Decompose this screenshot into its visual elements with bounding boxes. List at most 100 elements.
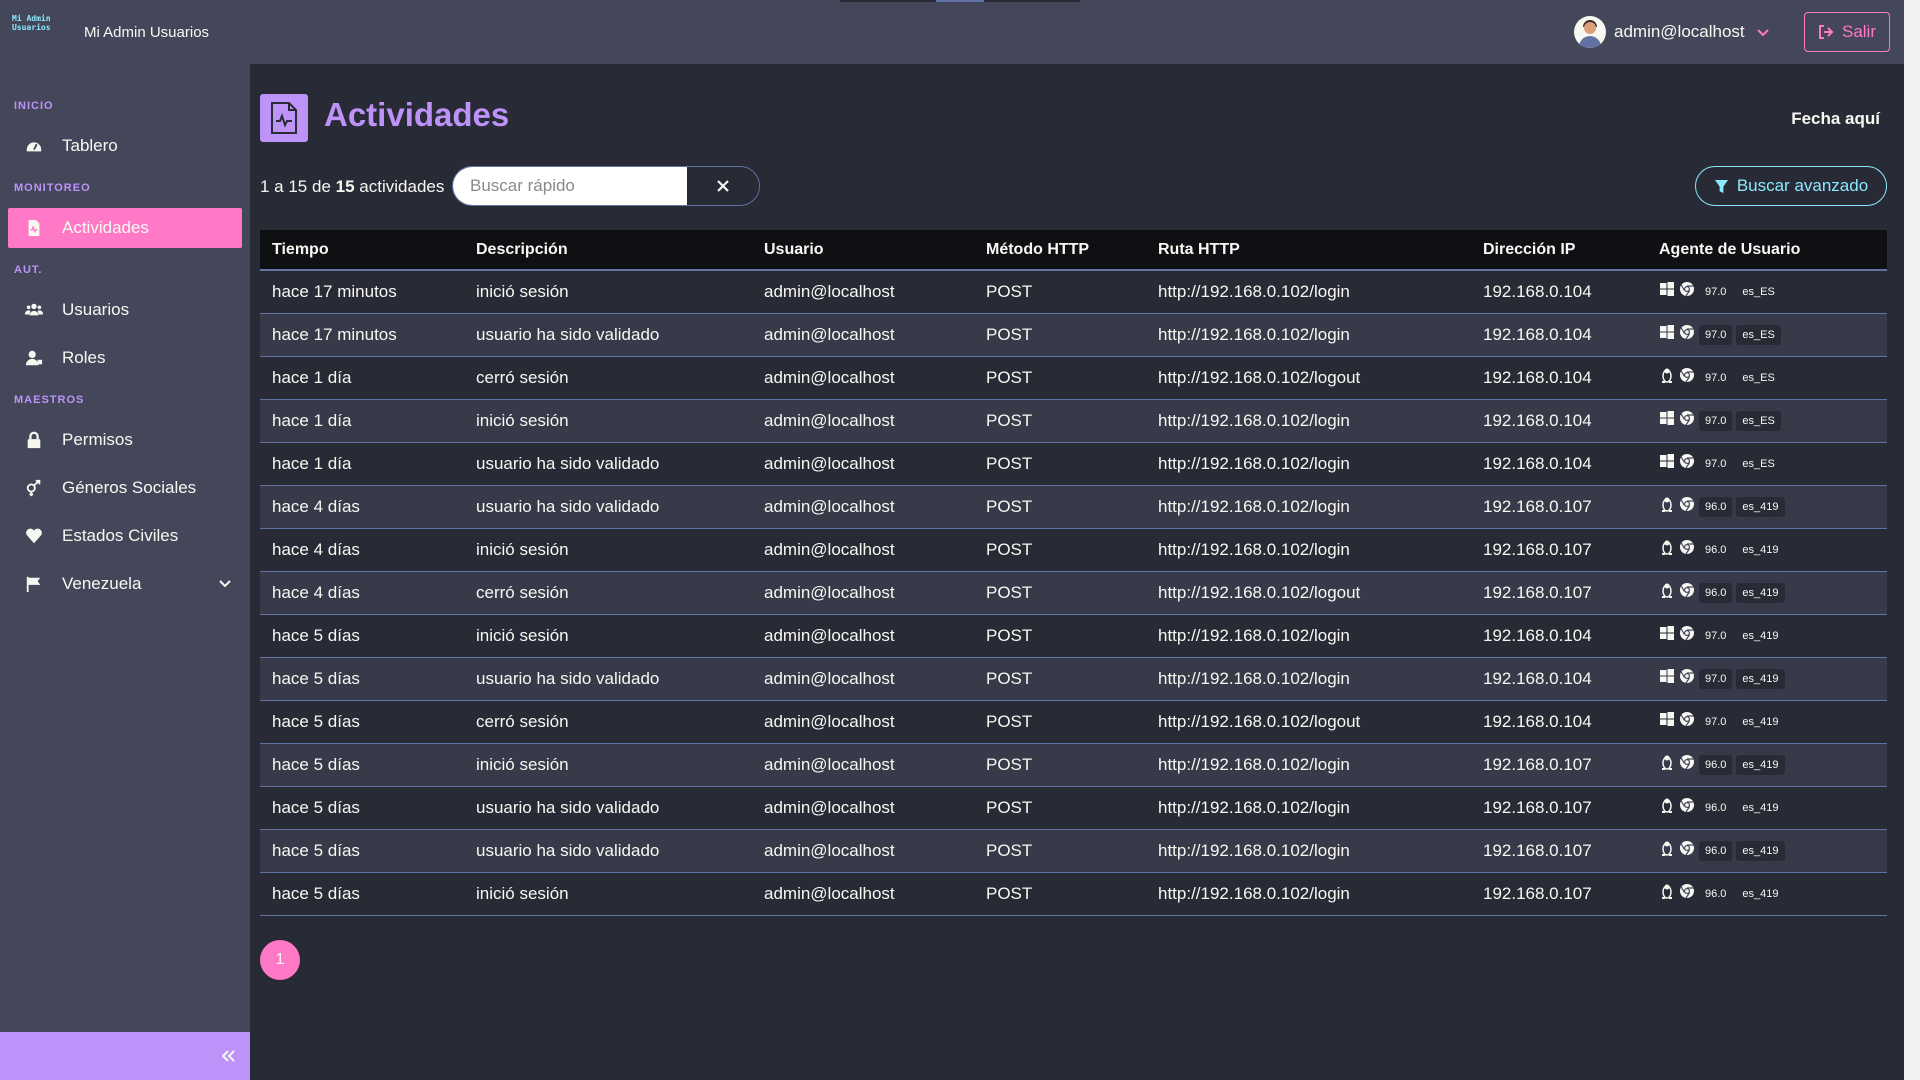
cell-ruta: http://192.168.0.102/login [1146, 614, 1471, 658]
advanced-search-label: Buscar avanzado [1736, 176, 1869, 195]
cell-agente: 97.0 es_ES [1647, 356, 1887, 400]
browser-version-badge: 97.0 [1699, 410, 1733, 431]
section-aut: AUT. [14, 264, 43, 276]
cell-metodo: POST [974, 270, 1146, 314]
cell-usuario: admin@localhost [752, 356, 974, 400]
column-header-usuario[interactable]: Usuario [752, 230, 974, 271]
column-header-ruta[interactable]: Ruta HTTP [1146, 230, 1471, 271]
loading-indicator [840, 0, 1080, 2]
close-icon [717, 180, 729, 192]
chrome-icon [1679, 797, 1695, 818]
count-prefix: 1 a 15 de [260, 177, 331, 196]
chrome-icon [1679, 711, 1695, 732]
table-row[interactable]: hace 1 día usuario ha sido validado admin@… [260, 442, 1887, 486]
cell-ruta: http://192.168.0.102/login [1146, 313, 1471, 357]
page-title: Actividades [324, 96, 510, 133]
cell-tiempo: hace 17 minutos [260, 313, 464, 357]
sidebar-item-actividades[interactable]: Actividades [8, 208, 242, 248]
cell-metodo: POST [974, 614, 1146, 658]
table-row[interactable]: hace 4 días inició sesión admin@localhost P… [260, 528, 1887, 572]
results-count: 1 a 15 de 15 actividades [260, 177, 444, 197]
table-row[interactable]: hace 5 días usuario ha sido validado admin… [260, 829, 1887, 873]
table-row[interactable]: hace 5 días inició sesión admin@localhost P… [260, 872, 1887, 916]
cell-usuario: admin@localhost [752, 442, 974, 486]
locale-badge: es_419 [1742, 629, 1779, 642]
table-row[interactable]: hace 4 días cerró sesión admin@localhost PO… [260, 571, 1887, 615]
cell-tiempo: hace 5 días [260, 700, 464, 744]
cell-ruta: http://192.168.0.102/login [1146, 829, 1471, 873]
table-row[interactable]: hace 5 días inició sesión admin@localhost P… [260, 614, 1887, 658]
logout-button[interactable]: Salir [1804, 12, 1890, 52]
browser-version-badge: 97.0 [1699, 668, 1733, 689]
chevron-down-icon [1756, 29, 1769, 37]
advanced-search-button[interactable]: Buscar avanzado [1695, 166, 1887, 206]
file-medical-icon [271, 102, 297, 134]
column-header-metodo[interactable]: Método HTTP [974, 230, 1146, 271]
cell-agente: 97.0 es_ES [1647, 442, 1887, 486]
cell-descripcion: usuario ha sido validado [464, 442, 752, 486]
cell-ip: 192.168.0.107 [1471, 872, 1647, 916]
user-menu[interactable]: admin@localhost [1574, 16, 1771, 48]
table-row[interactable]: hace 5 días usuario ha sido validado admin… [260, 786, 1887, 830]
cell-metodo: POST [974, 442, 1146, 486]
cell-usuario: admin@localhost [752, 657, 974, 701]
cell-metodo: POST [974, 356, 1146, 400]
table-row[interactable]: hace 1 día cerró sesión admin@localhost POS… [260, 356, 1887, 400]
cell-tiempo: hace 5 días [260, 829, 464, 873]
linux-icon [1659, 582, 1675, 603]
app-title[interactable]: Mi Admin Usuarios [84, 24, 209, 41]
browser-version-badge: 96.0 [1699, 840, 1733, 861]
cell-agente: 96.0 es_419 [1647, 485, 1887, 529]
table-row[interactable]: hace 5 días usuario ha sido validado admin… [260, 657, 1887, 701]
table-row[interactable]: hace 5 días inició sesión admin@localhost P… [260, 743, 1887, 787]
table-row[interactable]: hace 5 días cerró sesión admin@localhost PO… [260, 700, 1887, 744]
sidebar-item-usuarios[interactable]: Usuarios [8, 290, 242, 330]
clear-search-button[interactable] [687, 167, 759, 205]
cell-descripcion: usuario ha sido validado [464, 485, 752, 529]
locale-badge: es_419 [1736, 840, 1785, 861]
windows-icon [1659, 324, 1675, 345]
quick-search-input[interactable] [453, 167, 687, 205]
sidebar-item-estados[interactable]: Estados Civiles [8, 516, 242, 556]
sidebar-item-generos[interactable]: Géneros Sociales [8, 468, 242, 508]
chrome-icon [1679, 496, 1695, 517]
top-bar: Mi Admin Usuarios Mi Admin Usuarios admi… [0, 0, 1904, 64]
cell-metodo: POST [974, 485, 1146, 529]
locale-badge: es_419 [1742, 887, 1779, 900]
cell-descripcion: usuario ha sido validado [464, 786, 752, 830]
cell-agente: 96.0 es_419 [1647, 528, 1887, 572]
cell-metodo: POST [974, 829, 1146, 873]
lock-icon [24, 430, 44, 450]
table-row[interactable]: hace 4 días usuario ha sido validado admin… [260, 485, 1887, 529]
brand-logo[interactable]: Mi Admin Usuarios [12, 14, 51, 32]
column-header-ip[interactable]: Dirección IP [1471, 230, 1647, 271]
sidebar-item-tablero[interactable]: Tablero [8, 126, 242, 166]
chevron-down-icon [219, 580, 231, 588]
table-row[interactable]: hace 17 minutos inició sesión admin@localh… [260, 270, 1887, 314]
cell-tiempo: hace 4 días [260, 571, 464, 615]
users-icon [24, 300, 44, 320]
sidebar-item-roles[interactable]: Roles [8, 338, 242, 378]
column-header-tiempo[interactable]: Tiempo [260, 230, 464, 271]
cell-agente: 96.0 es_419 [1647, 571, 1887, 615]
cell-metodo: POST [974, 571, 1146, 615]
pagination-page-1[interactable]: 1 [260, 940, 300, 980]
table-row[interactable]: hace 1 día inició sesión admin@localhost PO… [260, 399, 1887, 443]
cell-agente: 96.0 es_419 [1647, 829, 1887, 873]
sidebar-item-venezuela[interactable]: Venezuela [8, 564, 242, 604]
cell-usuario: admin@localhost [752, 872, 974, 916]
column-header-descripcion[interactable]: Descripción [464, 230, 752, 271]
page-scrollbar[interactable] [1904, 0, 1920, 1080]
cell-descripcion: cerró sesión [464, 700, 752, 744]
cell-ip: 192.168.0.107 [1471, 829, 1647, 873]
sidebar-item-permisos[interactable]: Permisos [8, 420, 242, 460]
table-row[interactable]: hace 17 minutos usuario ha sido validado a… [260, 313, 1887, 357]
cell-descripcion: inició sesión [464, 743, 752, 787]
cell-usuario: admin@localhost [752, 270, 974, 314]
locale-badge: es_419 [1736, 668, 1785, 689]
sidebar-collapse-button[interactable] [0, 1032, 250, 1080]
cell-ip: 192.168.0.104 [1471, 614, 1647, 658]
browser-version-badge: 97.0 [1705, 285, 1727, 298]
cell-ruta: http://192.168.0.102/login [1146, 657, 1471, 701]
column-header-agente[interactable]: Agente de Usuario [1647, 230, 1887, 271]
